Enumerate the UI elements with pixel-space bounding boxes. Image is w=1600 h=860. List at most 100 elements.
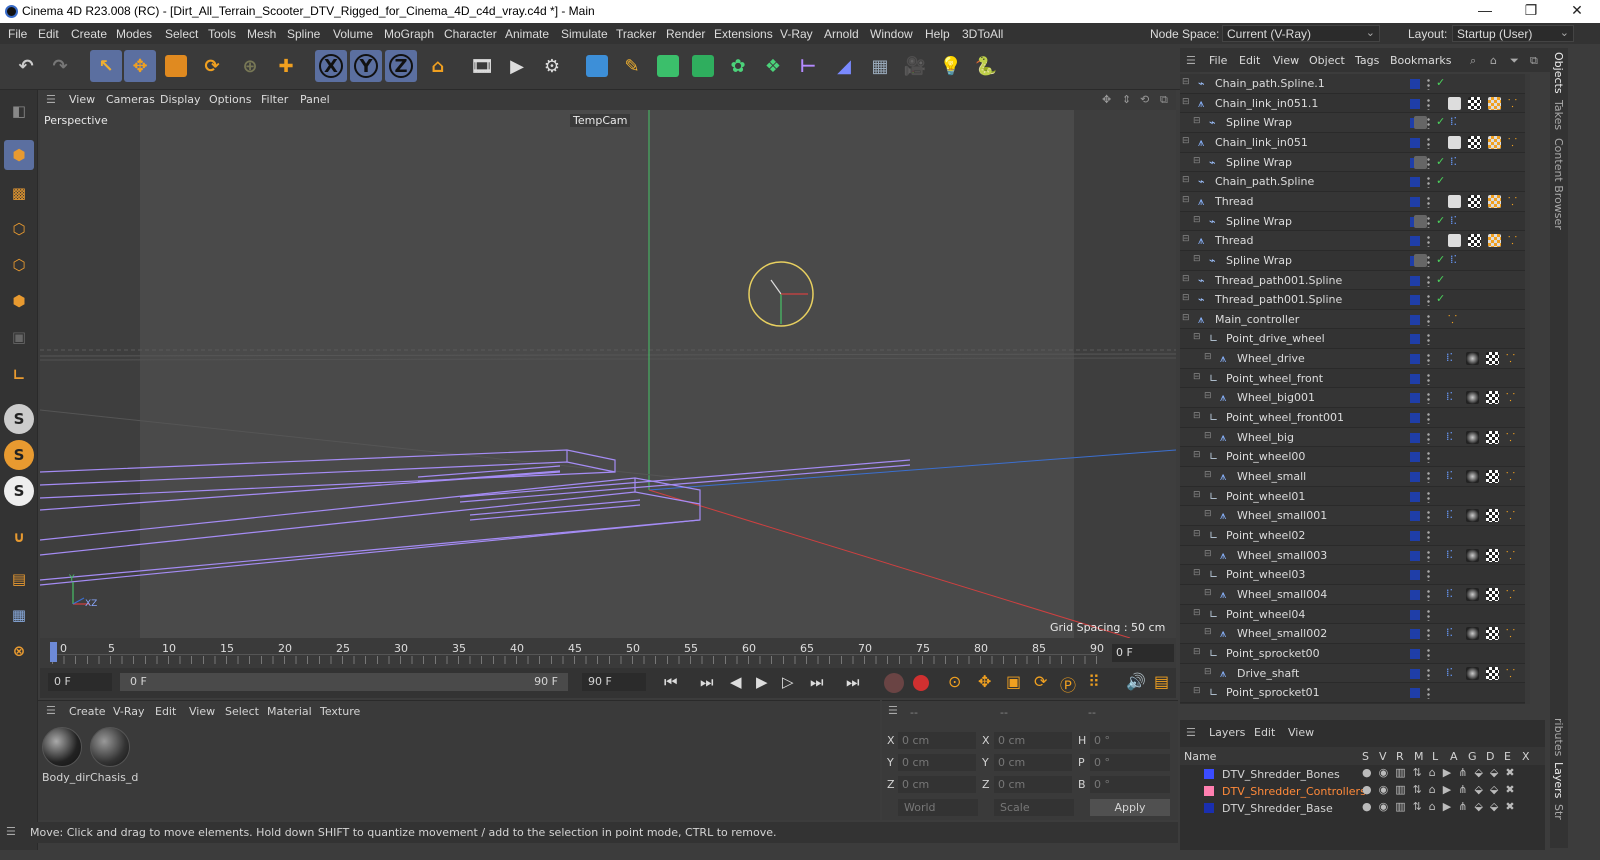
- texture-tag-icon[interactable]: [1486, 587, 1499, 601]
- scale-icon[interactable]: [165, 55, 187, 77]
- expand-toggle-icon[interactable]: ⊟: [1193, 411, 1201, 421]
- visibility-dots-icon[interactable]: [1427, 136, 1430, 149]
- undo-icon[interactable]: ↶: [10, 50, 42, 82]
- visibility-dots-icon[interactable]: [1427, 392, 1430, 405]
- deformer-flag-icon[interactable]: [1414, 116, 1427, 130]
- object-name[interactable]: Spline Wrap: [1226, 215, 1292, 228]
- material-name-body[interactable]: Body_dir: [42, 771, 90, 784]
- deformer-flag-icon[interactable]: [1414, 155, 1427, 169]
- rotate-view-icon[interactable]: ⟲: [1140, 93, 1149, 106]
- visibility-dots-icon[interactable]: [1427, 451, 1430, 464]
- move-icon[interactable]: ✥: [124, 50, 156, 82]
- layer-color-square[interactable]: [1410, 196, 1420, 207]
- size-x-field[interactable]: 0 cm: [994, 732, 1072, 749]
- layer-flag-icons[interactable]: ●◉▥⇅⌂▶⋔⬙⬙✖: [1362, 783, 1522, 796]
- constraint-tag-icon[interactable]: ⸪: [1506, 666, 1515, 681]
- visibility-dots-icon[interactable]: [1427, 274, 1430, 287]
- object-row[interactable]: ⊟ ⌁ Spline Wrap ✓ ⁞⁚: [1180, 250, 1530, 271]
- object-row[interactable]: ⊟ ∟ Point_wheel_front: [1180, 368, 1530, 389]
- rotation-h-field[interactable]: 0 °: [1090, 732, 1170, 749]
- sphere-tag-icon[interactable]: [1466, 470, 1479, 483]
- expand-toggle-icon[interactable]: ⊟: [1182, 313, 1190, 323]
- material-tag-icon[interactable]: [1488, 234, 1501, 248]
- layer-color-square[interactable]: [1410, 432, 1420, 443]
- spline-tag-icon[interactable]: ⁞⁚: [1446, 430, 1453, 443]
- autokey-icon[interactable]: [911, 673, 931, 693]
- layer-color-square[interactable]: [1410, 295, 1420, 306]
- hamburger-icon[interactable]: ☰: [1186, 54, 1196, 67]
- menu-modes[interactable]: Modes: [116, 27, 152, 41]
- obj-menu-view[interactable]: View: [1273, 54, 1299, 67]
- layer-color-square[interactable]: [1410, 648, 1420, 659]
- light-icon[interactable]: 💡: [935, 50, 967, 82]
- vp-menu-options[interactable]: Options: [209, 93, 251, 106]
- expand-toggle-icon[interactable]: ⊟: [1193, 254, 1201, 264]
- object-name[interactable]: Point_drive_wheel: [1226, 332, 1325, 345]
- layer-color-square[interactable]: [1410, 373, 1420, 384]
- constraint-tag-icon[interactable]: ⸪: [1506, 469, 1515, 484]
- menu-3dtoall[interactable]: 3DToAll: [962, 27, 1003, 41]
- spline-tag-icon[interactable]: ⁞⁚: [1446, 469, 1453, 482]
- constraint-tag-icon[interactable]: ⸪: [1506, 626, 1515, 641]
- tab-content-browser[interactable]: Content Browser: [1552, 138, 1565, 230]
- tab-takes[interactable]: Takes: [1552, 100, 1565, 130]
- workplane-icon[interactable]: ▤: [4, 564, 34, 594]
- object-name[interactable]: Point_wheel_front: [1226, 372, 1323, 385]
- object-row[interactable]: ⊟ ⩚ Chain_link_in051.1 ⸪: [1180, 93, 1530, 114]
- visibility-dots-icon[interactable]: [1427, 333, 1430, 346]
- texture-tag-icon[interactable]: [1486, 509, 1499, 523]
- mat-menu-vray[interactable]: V-Ray: [113, 705, 145, 718]
- object-name[interactable]: Thread: [1215, 234, 1253, 247]
- z-axis-button[interactable]: Z: [389, 54, 413, 78]
- enabled-check-icon[interactable]: ✓: [1436, 115, 1445, 128]
- close-button[interactable]: ✕: [1554, 0, 1600, 23]
- menu-volume[interactable]: Volume: [333, 27, 373, 41]
- visibility-dots-icon[interactable]: [1427, 490, 1430, 503]
- texture-tag-icon[interactable]: [1486, 391, 1499, 405]
- object-name[interactable]: Wheel_small003: [1237, 549, 1327, 562]
- spline-tag-icon[interactable]: ⁞⁚: [1446, 587, 1453, 600]
- obj-menu-tags[interactable]: Tags: [1355, 54, 1379, 67]
- visibility-dots-icon[interactable]: [1427, 687, 1430, 700]
- unknown-tag-icon[interactable]: [1448, 194, 1461, 208]
- playhead[interactable]: [50, 642, 57, 662]
- expand-toggle-icon[interactable]: ⊟: [1182, 175, 1190, 185]
- constraint-tag-icon[interactable]: ⸪: [1506, 351, 1515, 366]
- layer-menu-layers[interactable]: Layers: [1209, 726, 1245, 739]
- menu-mograph[interactable]: MoGraph: [384, 27, 434, 41]
- spline-tag-icon[interactable]: ⁞⁚: [1446, 351, 1453, 364]
- visibility-dots-icon[interactable]: [1427, 667, 1430, 680]
- redo-icon[interactable]: ↷: [44, 50, 76, 82]
- object-row[interactable]: ⊟ ∟ Point_drive_wheel: [1180, 329, 1530, 350]
- sphere-tag-icon[interactable]: [1466, 627, 1479, 641]
- layer-color-swatch[interactable]: [1204, 803, 1214, 813]
- tab-attributes[interactable]: ributes: [1552, 718, 1565, 756]
- spline-tag-icon[interactable]: ⁞⁚: [1446, 626, 1453, 639]
- object-name[interactable]: Point_sprocket00: [1226, 647, 1320, 660]
- object-row[interactable]: ⊟ ⩚ Wheel_small003 ⁞⁚ ⸪: [1180, 545, 1530, 566]
- expand-toggle-icon[interactable]: ⊟: [1193, 608, 1201, 618]
- minimize-button[interactable]: —: [1462, 0, 1508, 23]
- spline-tag-icon[interactable]: ⁞⁚: [1450, 214, 1457, 227]
- sphere-tag-icon[interactable]: [1466, 391, 1479, 405]
- object-row[interactable]: ⊟ ⩚ Wheel_drive ⁞⁚ ⸪: [1180, 349, 1530, 369]
- snap-icon[interactable]: S: [4, 404, 34, 434]
- enabled-check-icon[interactable]: ✓: [1436, 273, 1445, 286]
- object-row[interactable]: ⊟ ∟ Point_sprocket01: [1180, 683, 1530, 703]
- layer-color-square[interactable]: [1410, 668, 1420, 679]
- object-row[interactable]: ⊟ ⩚ Wheel_small ⁞⁚ ⸪: [1180, 467, 1530, 487]
- object-row[interactable]: ⊟ ⩚ Wheel_big ⁞⁚ ⸪: [1180, 427, 1530, 448]
- expand-toggle-icon[interactable]: ⊟: [1193, 529, 1201, 539]
- vp-menu-display[interactable]: Display: [160, 93, 201, 106]
- constraint-tag-icon[interactable]: ⸪: [1508, 233, 1517, 248]
- layer-row[interactable]: DTV_Shredder_Bones ●◉▥⇅⌂▶⋔⬙⬙✖: [1180, 766, 1545, 782]
- rotation-b-field[interactable]: 0 °: [1090, 776, 1170, 793]
- tab-objects[interactable]: Objects: [1552, 52, 1565, 94]
- enabled-check-icon[interactable]: ✓: [1436, 253, 1445, 266]
- layer-color-square[interactable]: [1410, 530, 1420, 541]
- object-name[interactable]: Main_controller: [1215, 313, 1299, 326]
- play-icon[interactable]: ▶: [756, 673, 768, 691]
- expand-toggle-icon[interactable]: ⊟: [1182, 195, 1190, 205]
- layer-menu-edit[interactable]: Edit: [1254, 726, 1275, 739]
- material-name-chasis[interactable]: Chasis_d: [90, 771, 138, 784]
